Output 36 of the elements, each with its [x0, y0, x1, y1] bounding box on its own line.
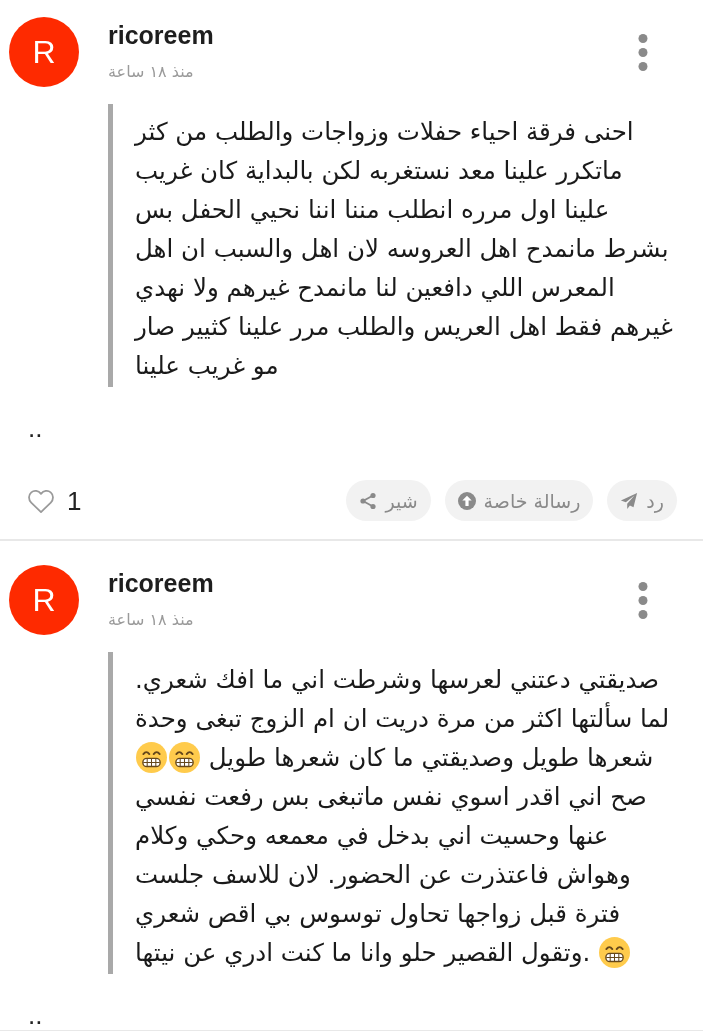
post-text: فترة قبل زواجها تحاول توسوس بي اقص شعري: [135, 899, 621, 928]
avatar: R: [9, 17, 79, 87]
avatar: R: [9, 565, 79, 635]
paper-plane-icon: [620, 491, 639, 510]
post-footer-text: ..: [28, 1000, 43, 1030]
username[interactable]: ricoreem: [108, 20, 214, 50]
more-options-icon[interactable]: [638, 33, 648, 71]
share-button[interactable]: شير: [346, 480, 431, 521]
post-text: المعرس اللي دافعين لنا مانمدح غيرهم ولا نهدي: [135, 273, 615, 302]
grinning-face-icon: [599, 937, 631, 968]
heart-icon[interactable]: [27, 487, 55, 514]
post-text: مو غريب علينا: [135, 351, 279, 380]
post-text: صديقتي دعتني لعرسها وشرطت اني ما افك شعري.: [135, 665, 660, 694]
like-count: 1: [67, 485, 82, 516]
private-message-button[interactable]: رسالة خاصة: [444, 480, 594, 521]
post-text: ماتكرر علينا معد نستغربه لكن بالبداية كان غريب: [135, 156, 623, 185]
post-text: عنها وحسيت اني بدخل في معمعه وحكي وكلام: [135, 821, 609, 850]
post-text: بشرط مانمدح اهل العروسه لان اهل والسبب ان اهل: [135, 234, 669, 263]
more-options-icon[interactable]: [638, 581, 648, 619]
post-text: وهواش فاعتذرت عن الحضور. لان للاسف جلست: [135, 860, 631, 889]
username[interactable]: ricoreem: [108, 568, 214, 598]
reply-button[interactable]: رد: [607, 480, 677, 521]
post-text: .وتقول القصير حلو وانا ما كنت ادري عن نيتها: [135, 938, 591, 967]
post-text: علينا اول مرره انطلب مننا اننا نحيي الحفل بس: [135, 195, 610, 224]
post-text: لما سألتها اكثر من مرة دريت ان ام الزوج تبغى وحدة: [135, 704, 670, 733]
grinning-face-icon: [136, 742, 167, 773]
post-text: احنى فرقة احياء حفلات وزواجات والطلب من كثر: [135, 117, 634, 146]
share-icon: [359, 491, 378, 510]
post-footer-text: ..: [28, 413, 43, 443]
timestamp: منذ ١٨ ساعة: [108, 61, 194, 83]
grinning-face-icon: [169, 742, 200, 773]
arrow-up-circle-icon: [457, 491, 476, 510]
post-text: غيرهم فقط اهل العريس والطلب مرر علينا كثيير صار: [135, 312, 673, 341]
post-text: صح اني اقدر اسوي نفس ماتبغى بس رفعت نفسي: [135, 782, 647, 811]
post-text: شعرها طويل وصديقتي ما كان شعرها طويل: [208, 743, 654, 772]
timestamp: منذ ١٨ ساعة: [108, 609, 194, 631]
